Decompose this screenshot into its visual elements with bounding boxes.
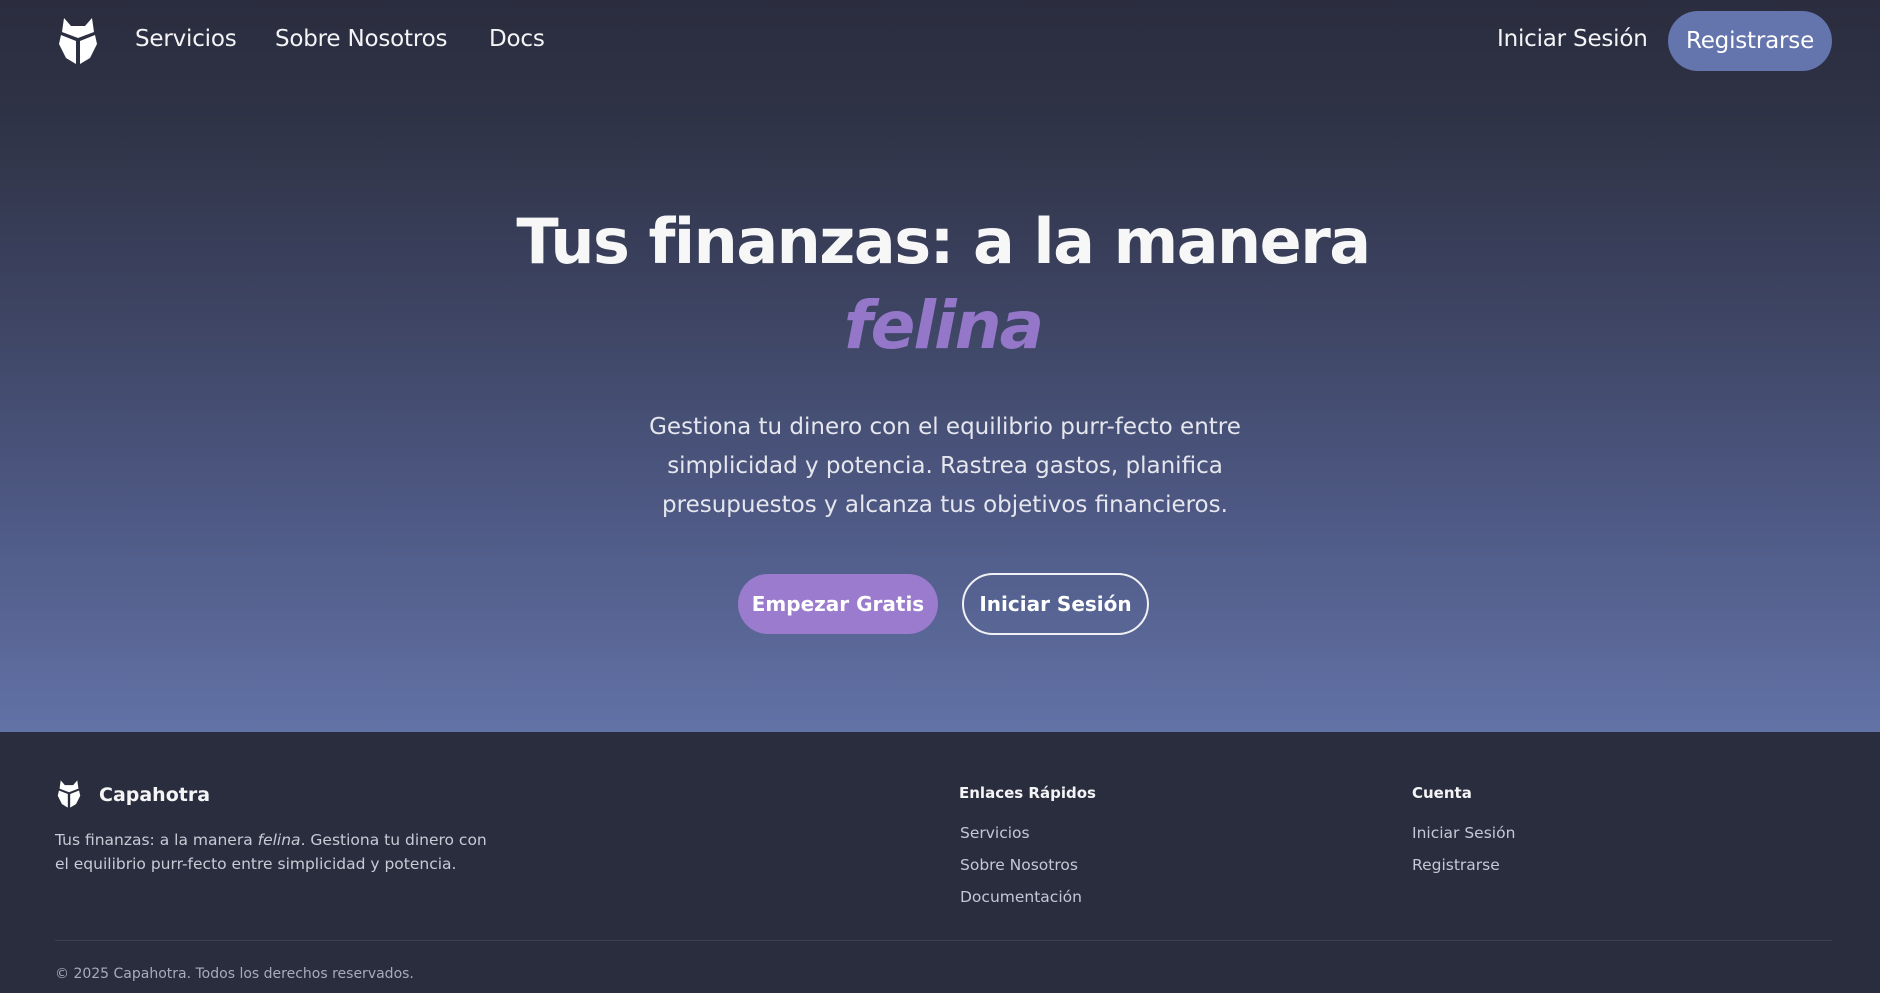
hero-title-accent: felina [843, 287, 1044, 364]
copyright-text: © 2025 Capahotra. Todos los derechos res… [55, 966, 414, 982]
nav-login-link[interactable]: Iniciar Sesión [1497, 26, 1648, 52]
hero-section: Servicios Sobre Nosotros Docs Iniciar Se… [0, 0, 1880, 732]
account-heading: Cuenta [1412, 784, 1472, 802]
hero-login-button[interactable]: Iniciar Sesión [962, 573, 1149, 635]
footer-description: Tus finanzas: a la manera felina. Gestio… [55, 828, 505, 876]
footer-link-register[interactable]: Registrarse [1412, 856, 1500, 874]
footer-link-login[interactable]: Iniciar Sesión [1412, 824, 1515, 842]
hero-title: Tus finanzas: a la manera [516, 205, 1371, 278]
cat-logo-icon[interactable] [56, 16, 100, 66]
quick-links-heading: Enlaces Rápidos [959, 784, 1096, 802]
start-free-button[interactable]: Empezar Gratis [738, 574, 938, 634]
footer-brand-name: Capahotra [99, 784, 211, 806]
nav-register-button[interactable]: Registrarse [1668, 11, 1832, 71]
footer: Capahotra Tus finanzas: a la manera feli… [0, 732, 1880, 993]
nav-link-docs[interactable]: Docs [489, 26, 545, 52]
page: Servicios Sobre Nosotros Docs Iniciar Se… [0, 0, 1880, 993]
footer-link-services[interactable]: Servicios [960, 824, 1030, 842]
nav-link-services[interactable]: Servicios [135, 26, 237, 52]
nav-link-about[interactable]: Sobre Nosotros [275, 26, 447, 52]
footer-link-documentation[interactable]: Documentación [960, 888, 1082, 906]
hero-description: Gestiona tu dinero con el equilibrio pur… [649, 414, 1241, 518]
footer-desc-italic: felina [257, 831, 301, 849]
footer-divider [55, 940, 1832, 941]
footer-desc-start: Tus finanzas: a la manera [55, 831, 258, 849]
footer-link-about[interactable]: Sobre Nosotros [960, 856, 1078, 874]
top-navbar: Servicios Sobre Nosotros Docs Iniciar Se… [0, 0, 1880, 84]
cat-logo-icon [57, 780, 81, 808]
